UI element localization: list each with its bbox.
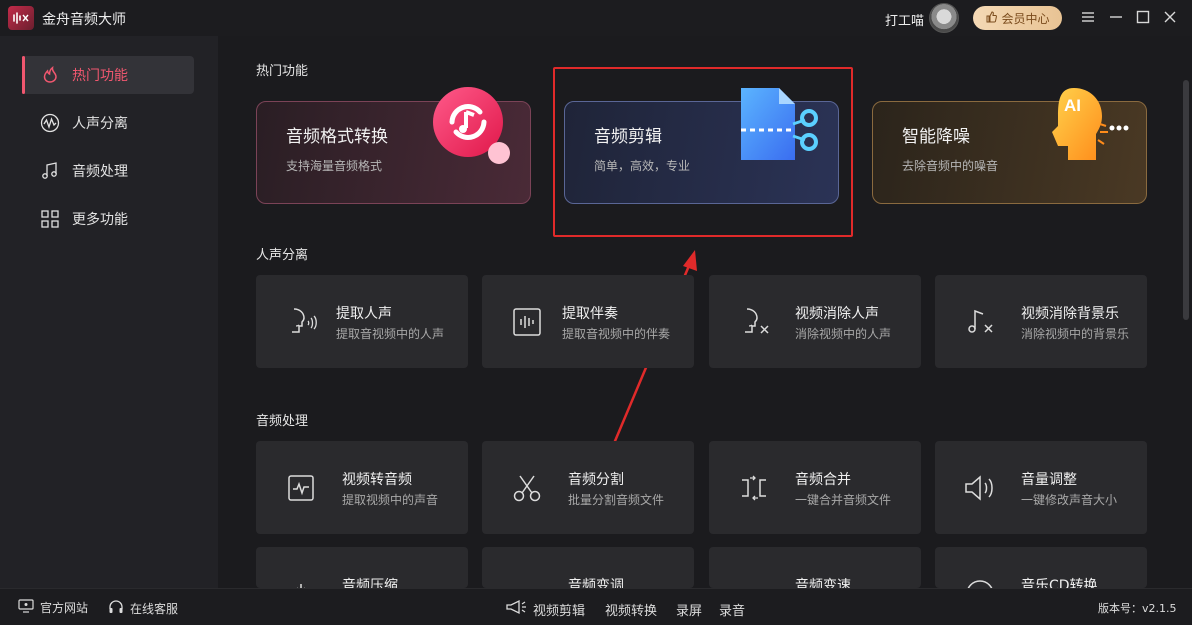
sidebar-item-label: 音频处理 — [72, 164, 128, 180]
section-title-vocal: 人声分离 — [256, 248, 309, 263]
card-subtitle: 提取视频中的声音 — [342, 493, 439, 507]
feature-card-cd-convert[interactable]: 音乐CD转换 — [935, 547, 1147, 588]
version-label: 版本号：v2.1.5 — [1098, 602, 1177, 615]
vip-center-button[interactable]: 会员中心 — [973, 6, 1062, 30]
pitch-icon — [510, 575, 544, 588]
card-title: 音频合并 — [795, 472, 851, 488]
section-title-audio: 音频处理 — [256, 414, 309, 429]
monitor-icon — [18, 599, 34, 616]
card-title: 音乐CD转换 — [1021, 578, 1098, 588]
highlight-box — [553, 67, 853, 237]
section-title-hot: 热门功能 — [256, 64, 309, 79]
card-title: 视频消除人声 — [795, 306, 879, 322]
feature-card-video-to-audio[interactable]: 视频转音频 提取视频中的声音 — [256, 441, 468, 534]
bottom-link-audio-record[interactable]: 录音 — [719, 600, 745, 619]
card-title: 音量调整 — [1021, 472, 1077, 488]
fire-icon — [40, 65, 60, 85]
music-note-icon — [40, 161, 60, 181]
headset-icon — [108, 599, 124, 618]
sidebar-item-label: 更多功能 — [72, 212, 128, 228]
cd-icon — [963, 577, 997, 588]
official-website-link[interactable]: 官方网站 — [18, 599, 88, 616]
note-mute-icon — [963, 305, 997, 339]
card-subtitle: 一键合并音频文件 — [795, 493, 892, 507]
feature-card-extract-accompaniment[interactable]: 提取伴奏 提取音视频中的伴奏 — [482, 275, 694, 368]
vip-center-label: 会员中心 — [1001, 11, 1050, 26]
audio-bars-icon — [510, 305, 544, 339]
app-logo — [8, 6, 34, 30]
sidebar-item-vocal[interactable]: 人声分离 — [22, 104, 194, 142]
sidebar-item-label: 人声分离 — [72, 116, 128, 132]
feature-card-audio-merge[interactable]: 音频合并 一键合并音频文件 — [709, 441, 921, 534]
card-subtitle: 批量分割音频文件 — [568, 493, 665, 507]
card-title: 音频变调 — [568, 578, 624, 588]
card-title: 音频分割 — [568, 472, 624, 488]
card-title: 提取人声 — [336, 306, 392, 322]
card-subtitle: 消除视频中的背景乐 — [1021, 327, 1130, 341]
card-title: 提取伴奏 — [562, 306, 618, 322]
sidebar-item-more[interactable]: 更多功能 — [22, 200, 194, 238]
speaker-icon — [963, 471, 997, 505]
online-support-link[interactable]: 在线客服 — [108, 599, 178, 618]
user-name[interactable]: 打工喵 — [885, 10, 924, 29]
scrollbar[interactable] — [1183, 80, 1189, 320]
ai-head-icon: AI — [1044, 84, 1130, 164]
speed-icon — [737, 575, 771, 588]
sidebar-item-hot[interactable]: 热门功能 — [22, 56, 194, 94]
scissors-icon — [510, 471, 544, 505]
bottom-link-screen-record[interactable]: 录屏 — [676, 600, 702, 619]
card-title: 音频变速 — [795, 578, 851, 588]
face-mute-icon — [737, 305, 771, 339]
bottom-link-video-edit[interactable]: 视频剪辑 — [533, 600, 585, 619]
menu-icon[interactable] — [1077, 6, 1099, 28]
minimize-icon[interactable] — [1105, 6, 1127, 28]
bottom-bar: 官方网站 在线客服 视频剪辑 视频转换 录屏 录音 版本号：v2.1.5 — [0, 588, 1192, 625]
merge-icon — [737, 471, 771, 505]
card-subtitle: 消除视频中的人声 — [795, 327, 892, 341]
feature-card-audio-compress[interactable]: 音频压缩 — [256, 547, 468, 588]
face-voice-icon — [284, 305, 318, 339]
app-title: 金舟音频大师 — [42, 12, 126, 28]
feature-card-remove-bgm[interactable]: 视频消除背景乐 消除视频中的背景乐 — [935, 275, 1147, 368]
title-bar: 金舟音频大师 打工喵 会员中心 — [0, 0, 1192, 36]
card-title: 音频压缩 — [342, 578, 398, 588]
waveform-icon — [40, 113, 60, 133]
avatar[interactable] — [929, 3, 959, 33]
thumb-up-icon — [985, 10, 998, 26]
bottom-link-video-convert[interactable]: 视频转换 — [605, 600, 657, 619]
feature-card-volume-adjust[interactable]: 音量调整 一键修改声音大小 — [935, 441, 1147, 534]
card-title: 视频转音频 — [342, 472, 412, 488]
card-subtitle: 提取音视频中的人声 — [336, 327, 445, 341]
card-subtitle: 一键修改声音大小 — [1021, 493, 1118, 507]
sidebar: 热门功能 人声分离 音频处理 更多功能 — [0, 36, 218, 588]
compress-icon — [284, 573, 318, 588]
card-title: 视频消除背景乐 — [1021, 306, 1119, 322]
megaphone-link[interactable] — [505, 599, 527, 618]
format-convert-icon — [430, 84, 512, 166]
feature-card-audio-speed[interactable]: 音频变速 — [709, 547, 921, 588]
sidebar-item-label: 热门功能 — [72, 68, 128, 84]
feature-card-audio-pitch[interactable]: 音频变调 — [482, 547, 694, 588]
official-website-label: 官方网站 — [40, 601, 89, 615]
close-icon[interactable] — [1159, 6, 1181, 28]
feature-card-extract-vocal[interactable]: 提取人声 提取音视频中的人声 — [256, 275, 468, 368]
maximize-icon[interactable] — [1132, 6, 1154, 28]
ai-badge: AI — [1064, 96, 1081, 115]
sidebar-item-audio[interactable]: 音频处理 — [22, 152, 194, 190]
grid-icon — [40, 209, 60, 229]
online-support-label: 在线客服 — [130, 602, 179, 616]
video-wave-icon — [284, 471, 318, 505]
feature-card-audio-split[interactable]: 音频分割 批量分割音频文件 — [482, 441, 694, 534]
feature-card-remove-vocal[interactable]: 视频消除人声 消除视频中的人声 — [709, 275, 921, 368]
card-subtitle: 提取音视频中的伴奏 — [562, 327, 671, 341]
megaphone-icon — [505, 599, 527, 618]
